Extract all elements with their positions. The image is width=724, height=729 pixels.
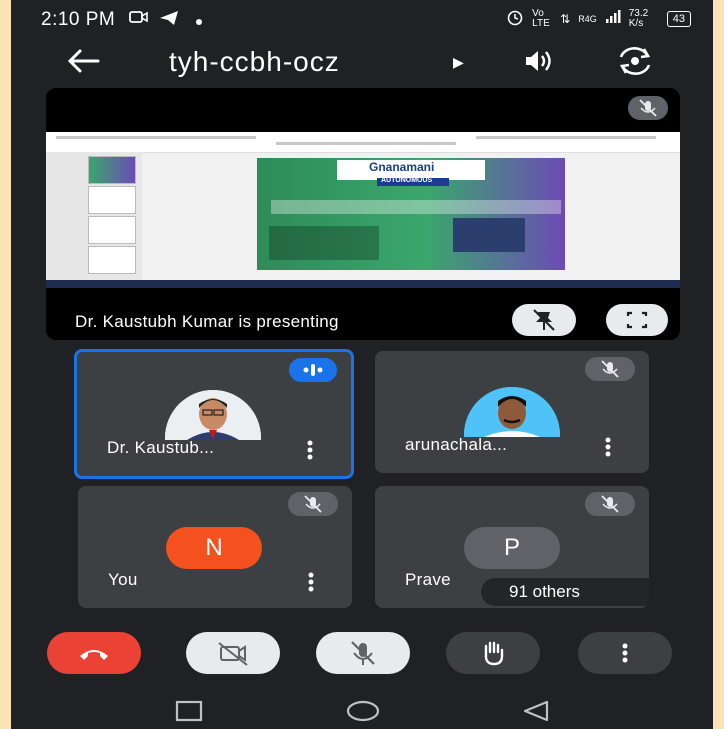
participant-tile[interactable]: arunachala... [375,351,649,473]
alarm-icon [506,8,524,29]
more-vert-icon[interactable] [605,437,611,457]
avatar [464,387,560,437]
end-call-button[interactable] [47,632,141,674]
fullscreen-button[interactable] [606,304,668,336]
home-icon[interactable] [345,699,381,728]
more-options-button[interactable] [578,632,672,674]
data-arrows-icon: ⇅ [560,11,571,26]
mic-off-icon [601,495,619,513]
camera-off-icon [218,642,248,666]
slide-content: Gnanamani AUTONOMOUS [257,158,565,270]
audio-level-icon [303,364,323,376]
video-notification-icon [129,10,149,29]
speaking-indicator [289,358,337,382]
others-button[interactable]: 91 others [481,578,665,606]
signal-icon [605,10,621,27]
shared-slide: Gnanamani AUTONOMOUS [46,132,680,288]
powerpoint-ribbon [46,132,680,153]
participant-name: You [108,570,138,589]
recent-apps-icon[interactable] [174,699,204,728]
speaker-icon[interactable] [524,48,554,74]
mic-off-icon [639,99,657,117]
more-vert-icon[interactable] [307,440,313,460]
android-nav-bar [11,694,713,729]
avatar: N [166,527,262,569]
mic-off-icon [304,495,322,513]
end-call-icon [80,650,108,660]
mic-off-icon [351,641,375,665]
battery-indicator: 43 [666,10,691,27]
slide-org-name: Gnanamani [369,160,435,174]
participant-name: Prave [405,570,451,589]
more-options-icon [622,643,628,663]
participant-tile[interactable]: N You [78,486,352,608]
status-bar: 2:10 PM Vo LTE ⇅ R4G 73.2 K/s 43 [11,0,713,36]
signal-label: R4G [578,13,597,24]
status-icons: Vo LTE ⇅ R4G 73.2 K/s 43 [506,8,691,29]
meeting-code[interactable]: tyh-ccbh-ocz [169,46,340,78]
network-speed: 73.2 K/s [628,7,649,29]
slide-speaker-photo [453,218,525,252]
windows-taskbar [46,280,680,288]
muted-indicator [585,492,635,516]
fullscreen-icon [626,311,648,329]
avatar: P [464,527,560,569]
back-nav-icon[interactable] [521,699,551,728]
status-time: 2:10 PM [41,9,116,30]
muted-indicator [288,492,338,516]
switch-camera-icon[interactable] [617,45,653,77]
presentation-mic-off-indicator [628,96,668,120]
slide-thumbnails [46,152,142,280]
presentation-tile[interactable]: Gnanamani AUTONOMOUS Dr. Kaustubh Kumar … [46,88,680,340]
camera-toggle-button[interactable] [186,632,280,674]
raise-hand-button[interactable] [446,632,540,674]
slide-org-tag: AUTONOMOUS [381,177,433,184]
participant-tile[interactable]: Dr. Kaustub... [74,349,354,479]
phone-screen: 2:10 PM Vo LTE ⇅ R4G 73.2 K/s 43 tyh-ccb… [11,0,713,729]
meeting-details-caret-icon[interactable]: ▶ [453,54,464,71]
volte-label: Vo LTE [532,7,550,29]
telegram-icon [159,10,179,31]
mic-toggle-button[interactable] [316,632,410,674]
dot-icon [196,12,202,30]
unpin-icon [533,309,555,331]
muted-indicator [585,357,635,381]
avatar [165,390,261,440]
mic-off-icon [601,360,619,378]
back-arrow-icon[interactable] [66,46,100,84]
participant-name: arunachala... [405,435,508,454]
unpin-button[interactable] [512,304,576,336]
meeting-top-bar: tyh-ccbh-ocz ▶ [11,40,713,88]
raise-hand-icon [484,641,504,666]
participant-name: Dr. Kaustub... [107,438,215,457]
more-vert-icon[interactable] [308,572,314,592]
presenter-caption: Dr. Kaustubh Kumar is presenting [75,312,339,331]
